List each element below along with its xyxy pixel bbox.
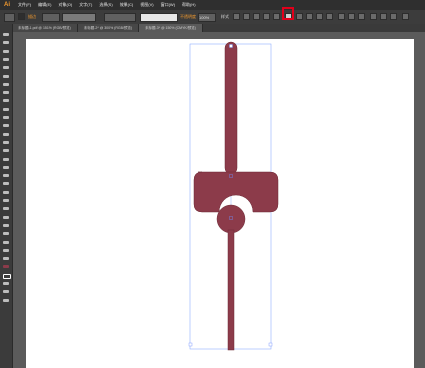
blob-brush-icon[interactable] — [2, 115, 10, 120]
mesh-tool-icon[interactable] — [2, 181, 10, 186]
width-tool-icon[interactable] — [2, 148, 10, 153]
illustrator-window: Ai 文件(F) 编辑(E) 对象(O) 文字(T) 选择(S) 效果(C) 视图(V) 窗口… — [0, 0, 425, 368]
slider-top-bar — [224, 41, 238, 175]
distribute-center-icon[interactable] — [348, 13, 355, 20]
align-top-icon[interactable] — [306, 13, 313, 20]
style-label: 样式 — [221, 14, 229, 19]
fill-swatch-control[interactable] — [4, 13, 15, 22]
document-tab[interactable]: 未标题-1.pdf @ 151% (RGB/预览) — [12, 24, 78, 32]
align-right-icon[interactable] — [296, 13, 303, 20]
symbol-sprayer-icon[interactable] — [2, 215, 10, 220]
eraser-icon[interactable] — [2, 123, 10, 128]
anchor-point — [229, 44, 233, 48]
isolate-icon[interactable] — [263, 13, 270, 20]
graphic-style-icon[interactable] — [233, 13, 240, 20]
stroke-swatch-control[interactable] — [18, 13, 25, 20]
slider-knob — [216, 204, 246, 234]
stroke-swatch-icon[interactable] — [2, 273, 11, 279]
rectangle-tool-icon[interactable] — [2, 90, 10, 95]
stroke-weight-input[interactable] — [42, 13, 60, 22]
distribute-horizontal-icon[interactable] — [380, 13, 387, 20]
select-similar-icon[interactable] — [273, 13, 280, 20]
menu-item[interactable]: 窗口(W) — [161, 0, 175, 10]
blend-tool-icon[interactable] — [2, 206, 10, 211]
free-transform-icon[interactable] — [2, 157, 10, 162]
eyedropper-icon[interactable] — [2, 198, 10, 203]
anchor-point — [188, 342, 193, 347]
direct-selection-tool-icon[interactable] — [2, 40, 10, 45]
selection-tool-icon[interactable] — [2, 32, 10, 37]
distribute-bottom-icon[interactable] — [358, 13, 365, 20]
menu-item[interactable]: 编辑(E) — [38, 0, 51, 10]
stroke-label[interactable]: 描边 — [28, 13, 36, 21]
pencil-icon[interactable] — [2, 107, 10, 112]
drawing-mode-icon[interactable] — [2, 289, 10, 294]
variable-width-profile[interactable] — [62, 13, 96, 22]
opacity-input[interactable]: 100% — [198, 13, 216, 22]
align-bottom-icon[interactable] — [326, 13, 333, 20]
align-vertical-center-icon[interactable] — [316, 13, 323, 20]
menu-bar: Ai 文件(F) 编辑(E) 对象(O) 文字(T) 选择(S) 效果(C) 视图(V) 窗口… — [0, 0, 425, 10]
brush-definition[interactable] — [104, 13, 136, 22]
screen-mode-icon[interactable] — [2, 298, 10, 303]
scale-tool-icon[interactable] — [2, 140, 10, 145]
menu-item[interactable]: 选择(S) — [99, 0, 112, 10]
type-tool-icon[interactable] — [2, 74, 10, 79]
artwork[interactable] — [13, 32, 425, 368]
line-tool-icon[interactable] — [2, 82, 10, 87]
column-graph-icon[interactable] — [2, 223, 10, 228]
menu-item[interactable]: 文字(T) — [79, 0, 92, 10]
distribute-left-icon[interactable] — [370, 13, 377, 20]
hand-tool-icon[interactable] — [2, 248, 10, 253]
align-icon[interactable] — [243, 13, 250, 20]
anchor-point — [268, 342, 273, 347]
stroke-style-dropdown[interactable] — [140, 13, 178, 22]
highlight-marker — [282, 7, 294, 20]
pen-tool-icon[interactable] — [2, 65, 10, 70]
paintbrush-icon[interactable] — [2, 98, 10, 103]
transform-icon[interactable] — [253, 13, 260, 20]
menu-item[interactable]: 文件(F) — [18, 0, 31, 10]
gradient-tool-icon[interactable] — [2, 190, 10, 195]
menu-item[interactable]: 帮助(H) — [182, 0, 196, 10]
menu-item[interactable]: 对象(O) — [58, 0, 72, 10]
opacity-label[interactable]: 不透明度 — [180, 13, 196, 21]
app-logo: Ai — [4, 2, 10, 8]
zoom-tool-icon[interactable] — [2, 256, 10, 261]
menu-items: 文件(F) 编辑(E) 对象(O) 文字(T) 选择(S) 效果(C) 视图(V) 窗口(W)… — [18, 0, 196, 10]
distribute-top-icon[interactable] — [338, 13, 345, 20]
panel-menu-icon[interactable] — [402, 13, 409, 20]
document-tab[interactable]: 未标题-3* @ 150% (CMYK/预览) — [139, 24, 203, 32]
slice-tool-icon[interactable] — [2, 240, 10, 245]
fill-swatch-icon[interactable] — [2, 264, 10, 269]
rotate-tool-icon[interactable] — [2, 132, 10, 137]
canvas-area[interactable] — [13, 32, 425, 368]
control-bar: 描边 不透明度 100% 样式 — [0, 10, 425, 25]
artboard-tool-icon[interactable] — [2, 231, 10, 236]
swap-fill-stroke-icon[interactable] — [2, 281, 10, 286]
shape-builder-icon[interactable] — [2, 165, 10, 170]
document-tab[interactable]: 未标题-2* @ 300% (RGB/预览) — [77, 24, 140, 32]
perspective-grid-icon[interactable] — [2, 173, 10, 178]
menu-item[interactable]: 视图(V) — [140, 0, 153, 10]
document-tabs: 未标题-1.pdf @ 151% (RGB/预览) 未标题-2* @ 300% (… — [12, 24, 425, 32]
slider-bottom-bar — [227, 229, 235, 351]
lasso-icon[interactable] — [2, 57, 10, 62]
tools-panel — [0, 24, 13, 368]
distribute-right-icon[interactable] — [390, 13, 397, 20]
menu-item[interactable]: 效果(C) — [120, 0, 134, 10]
magic-wand-icon[interactable] — [2, 49, 10, 54]
